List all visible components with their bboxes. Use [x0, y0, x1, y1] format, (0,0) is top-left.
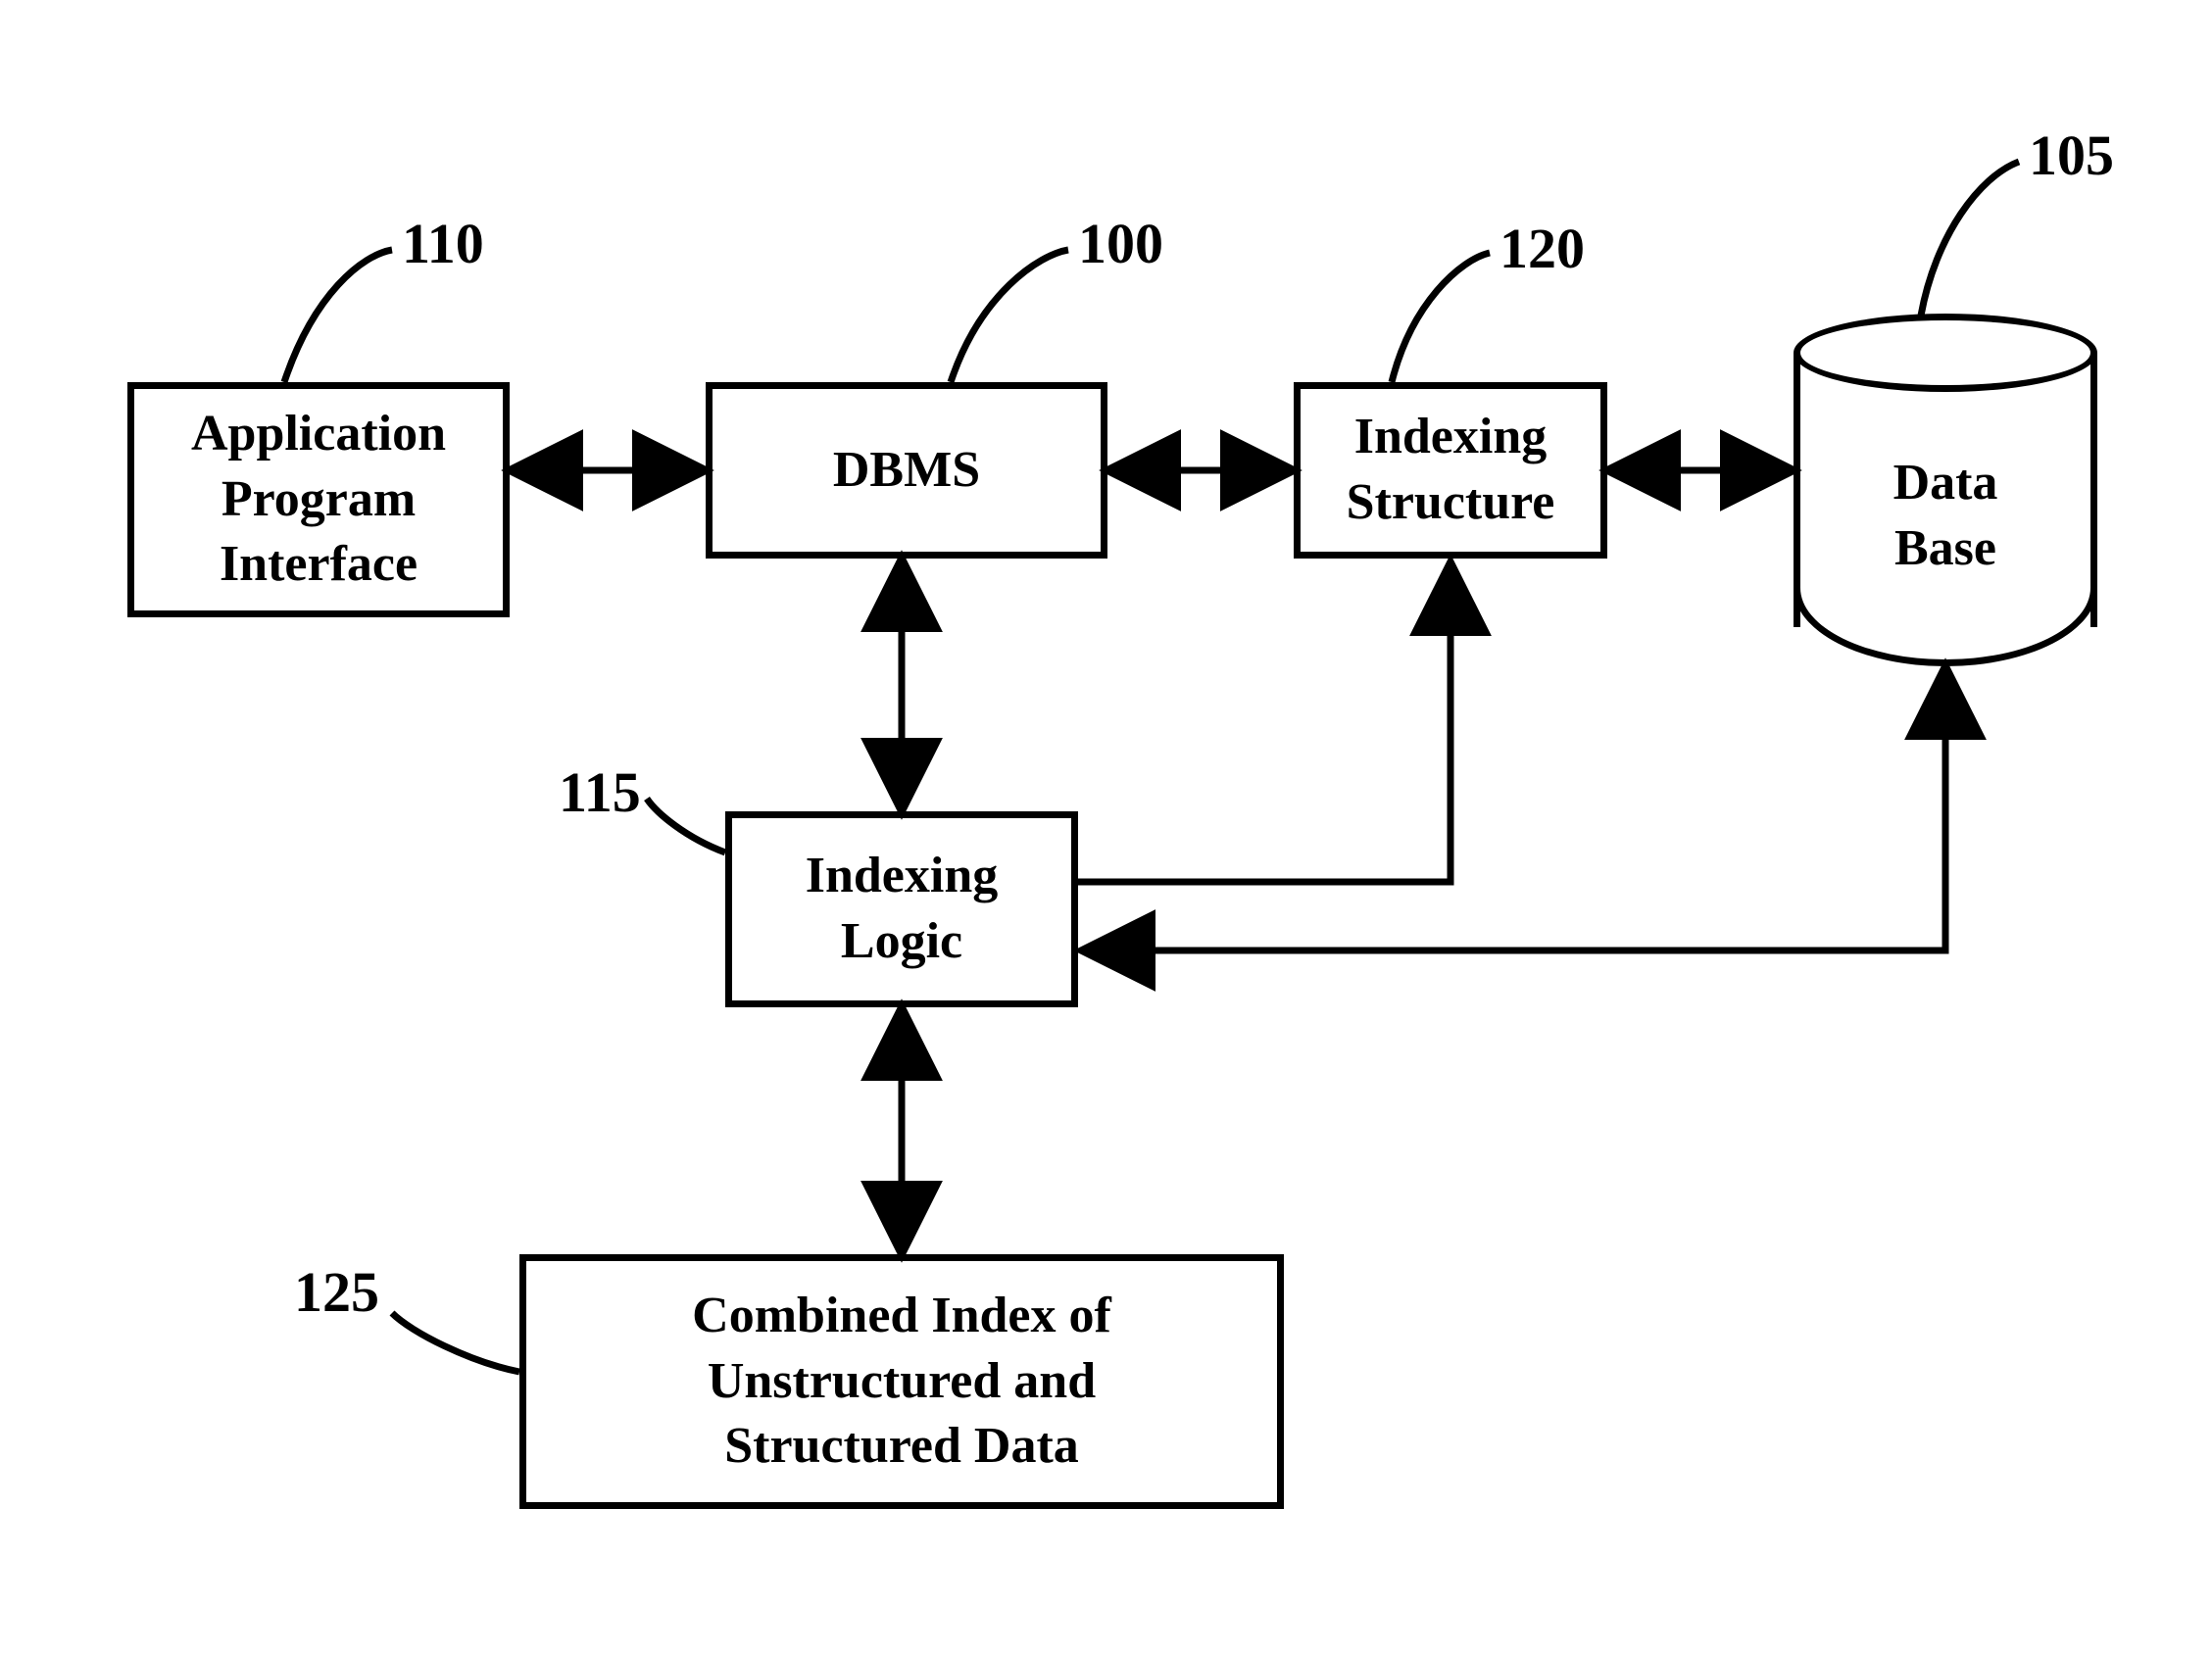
leader-indexing-logic: [647, 799, 725, 852]
ref-api: 110: [402, 216, 484, 272]
node-dbms: DBMS: [706, 382, 1107, 559]
edge-database-indexing-logic: [1090, 674, 1945, 950]
leader-combined-index: [392, 1313, 519, 1372]
edge-indexing-logic-indexing-structure: [1078, 570, 1450, 882]
leader-api: [284, 250, 392, 382]
leader-dbms: [951, 250, 1068, 382]
ref-database: 105: [2029, 127, 2114, 184]
ref-indexing-structure: 120: [1499, 220, 1585, 277]
node-indexing-structure: IndexingStructure: [1294, 382, 1607, 559]
leader-database: [1921, 162, 2019, 316]
ref-dbms: 100: [1078, 216, 1163, 272]
node-dbms-label: DBMS: [833, 438, 980, 504]
node-indexing-structure-label: IndexingStructure: [1347, 405, 1555, 535]
ref-combined-index: 125: [294, 1264, 379, 1321]
node-database-label: DataBase: [1794, 451, 2097, 581]
leader-indexing-structure: [1392, 253, 1490, 382]
node-combined-index-label: Combined Index ofUnstructured andStructu…: [692, 1284, 1111, 1480]
node-combined-index: Combined Index ofUnstructured andStructu…: [519, 1254, 1284, 1509]
node-api: ApplicationProgramInterface: [127, 382, 510, 617]
node-api-label: ApplicationProgramInterface: [191, 402, 446, 598]
node-database: DataBase: [1794, 314, 2097, 666]
node-indexing-logic-label: IndexingLogic: [806, 844, 999, 974]
ref-indexing-logic: 115: [559, 764, 641, 821]
diagram-stage: ApplicationProgramInterface DBMS Indexin…: [0, 0, 2212, 1655]
node-indexing-logic: IndexingLogic: [725, 811, 1078, 1007]
